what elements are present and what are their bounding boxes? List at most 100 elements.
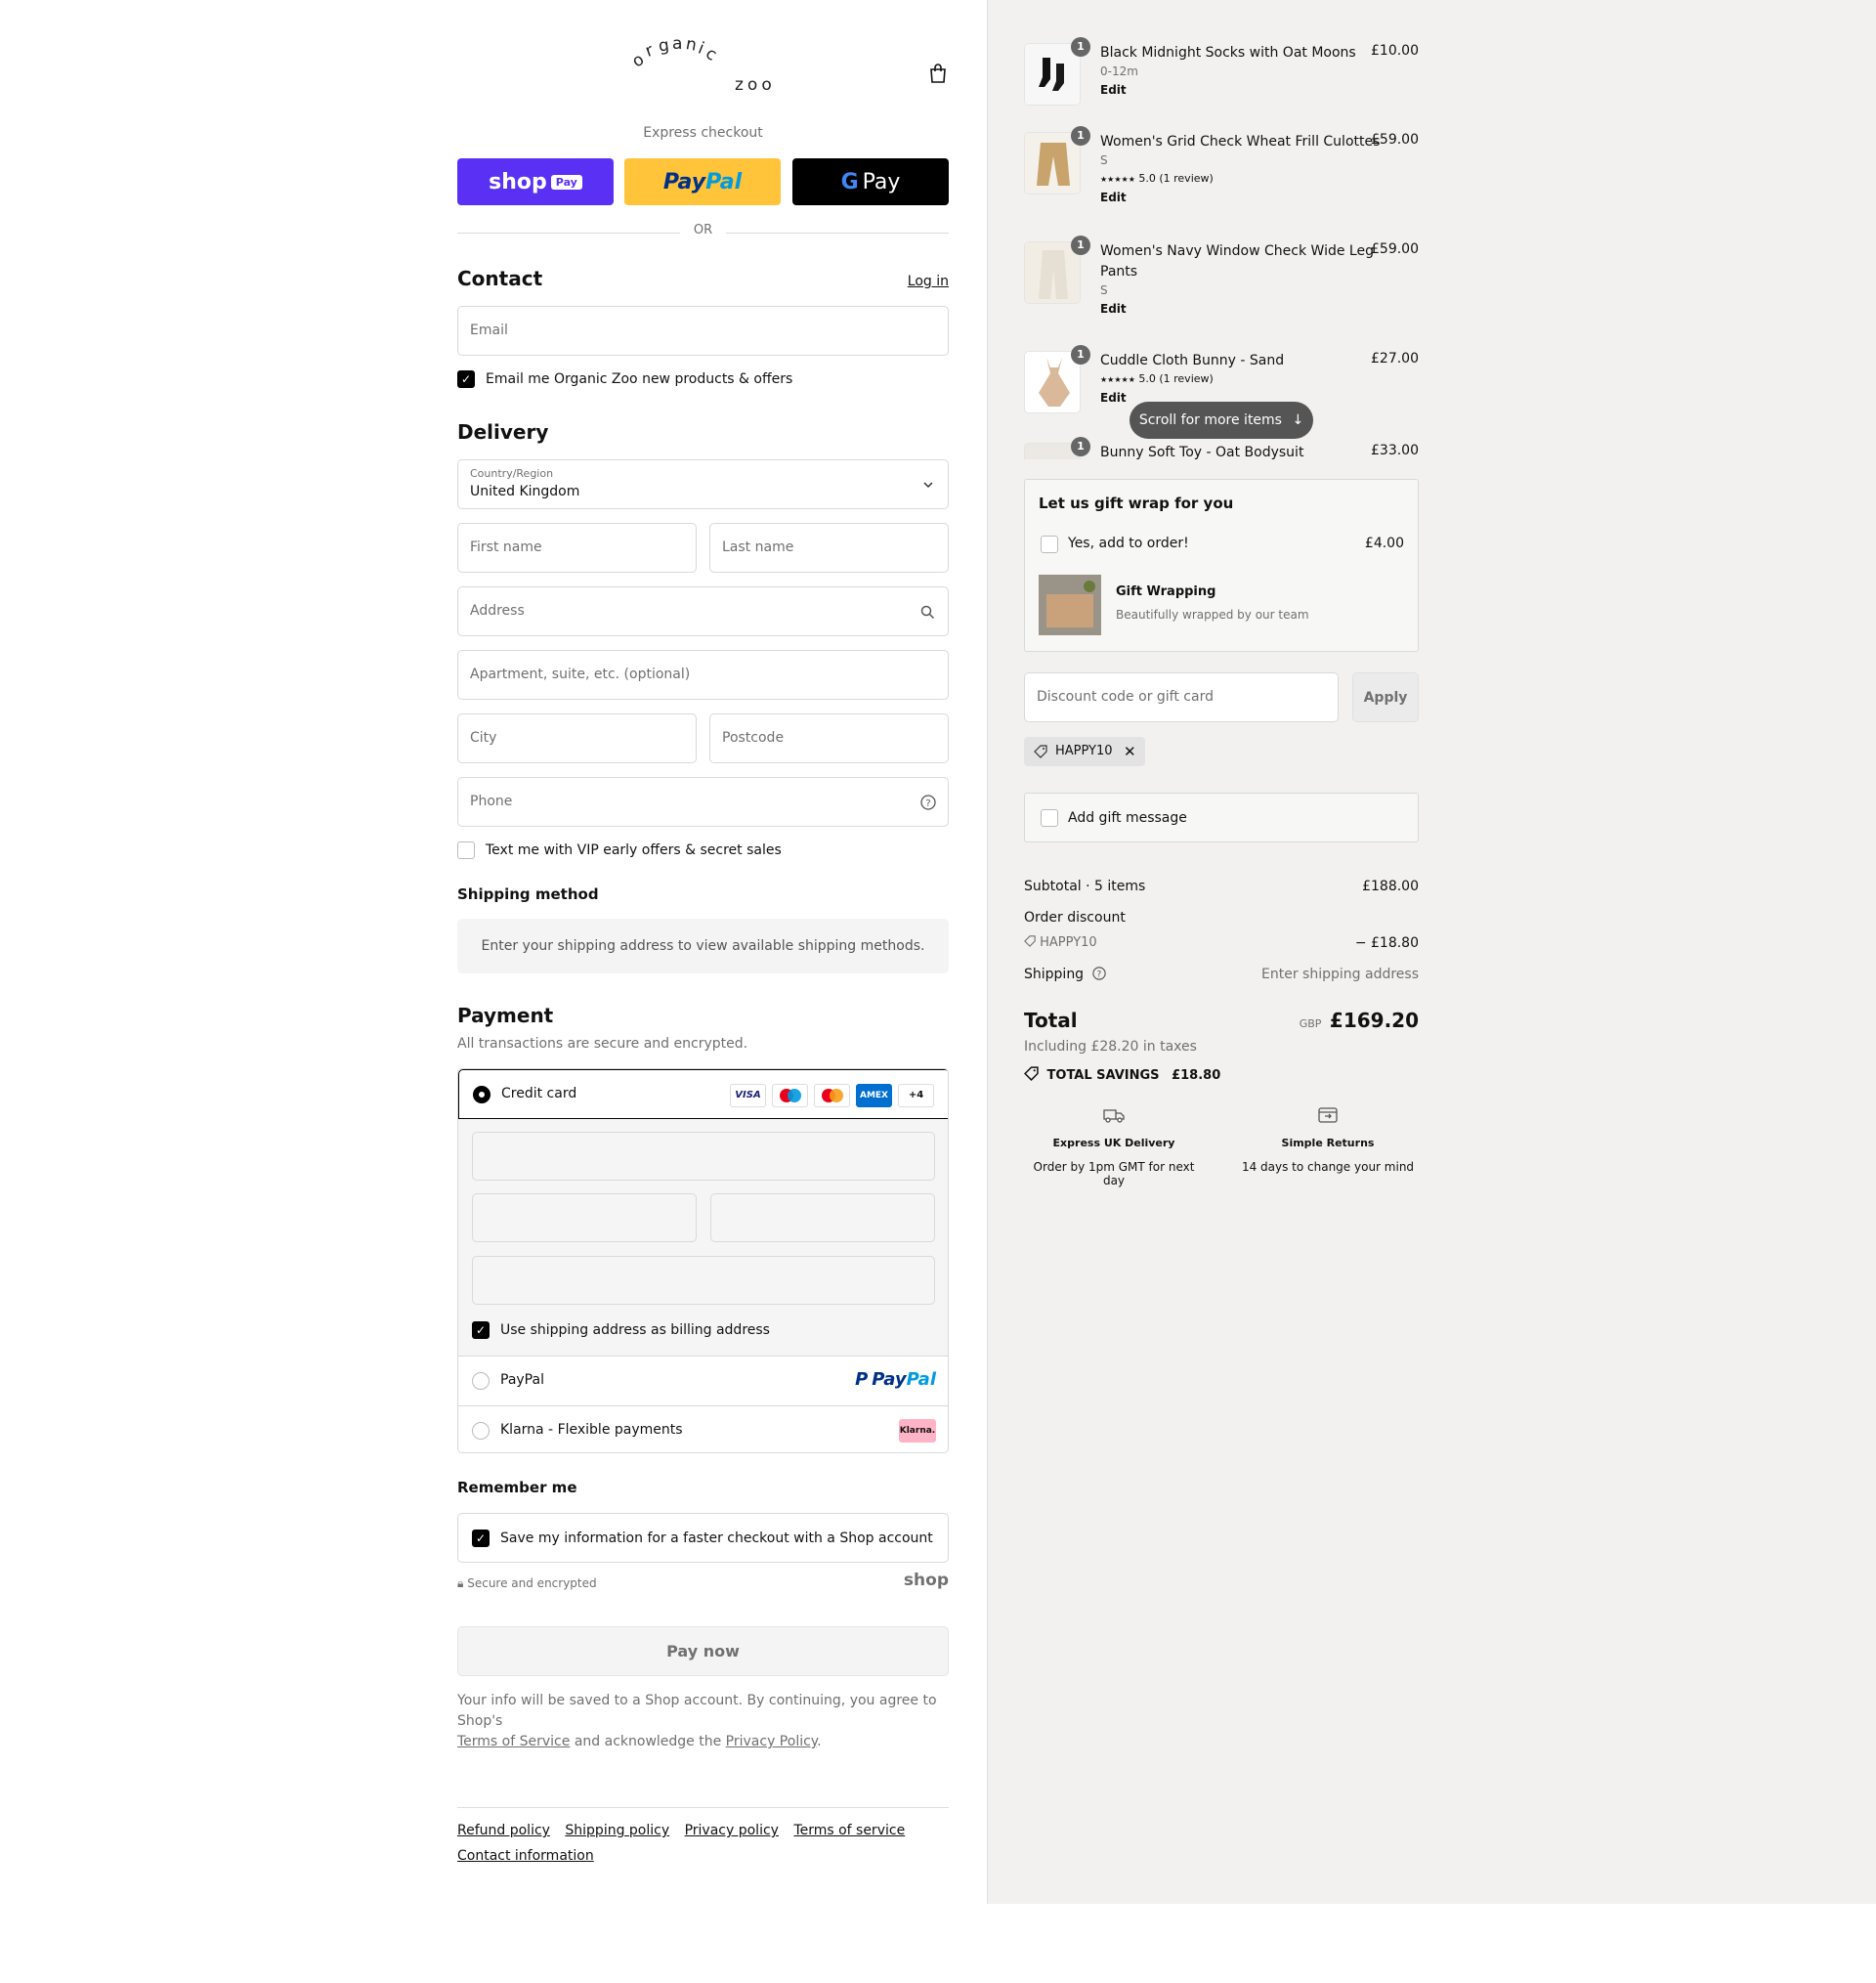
paypal-logo-icon: P PayPal [855,1369,936,1390]
logo-letter: r [642,40,658,62]
card-number-field[interactable] [472,1132,935,1181]
paypal-logo-a: Pay [872,1369,907,1390]
paypal-button[interactable]: Pay Pal [624,158,781,205]
item-name-line1: Women's Navy Window Check Wide Leg [1100,243,1374,259]
discount-placeholder: Discount code or gift card [1037,689,1214,705]
help-circle-icon[interactable]: ? [920,795,936,810]
quantity-badge: 1 [1071,345,1090,365]
legal-text-b: and acknowledge the [574,1734,722,1749]
klarna-option[interactable]: Klarna - Flexible payments Klarna. [458,1405,948,1452]
gift-message-checkbox[interactable] [1041,809,1058,827]
postcode-field[interactable]: Postcode [709,713,949,763]
credit-card-radio[interactable] [473,1086,490,1103]
feature-delivery: Express UK Delivery Order by 1pm GMT for… [1024,1104,1204,1187]
remove-discount-close-icon[interactable]: ✕ [1124,737,1136,766]
shipping-method-message: Enter your shipping address to view avai… [457,919,949,973]
privacy-link[interactable]: Privacy Policy [726,1734,817,1749]
city-field[interactable]: City [457,713,697,763]
pay-now-button[interactable]: Pay now [457,1626,949,1676]
privacy-policy-link[interactable]: Privacy policy [685,1823,779,1838]
express-checkout-label: Express checkout [643,125,763,141]
feature-title: Simple Returns [1281,1137,1375,1149]
delivery-heading: Delivery [457,420,549,444]
address-field[interactable]: Address [457,586,949,636]
edit-item-link[interactable]: Edit [1100,83,1127,97]
credit-card-option[interactable]: Credit card VISA AMEX +4 [458,1069,948,1119]
chevron-down-icon [923,482,933,489]
item-name: Cuddle Cloth Bunny - Sand [1100,353,1285,368]
apartment-field[interactable]: Apartment, suite, etc. (optional) [457,650,949,700]
legal-text-a: Your info will be saved to a Shop accoun… [457,1693,937,1729]
edit-item-link[interactable]: Edit [1100,302,1127,316]
newsletter-checkbox[interactable]: ✓ [457,370,475,388]
or-divider: OR [457,223,949,242]
klarna-logo-icon: Klarna. [899,1419,936,1443]
discount-code-field[interactable]: Discount code or gift card [1024,672,1339,722]
item-name-line2: Pants [1100,264,1138,280]
klarna-radio[interactable] [472,1422,490,1440]
refund-policy-link[interactable]: Refund policy [457,1823,550,1838]
savings-row: TOTAL SAVINGS £18.80 [1024,1066,1419,1083]
terms-of-service-link[interactable]: Terms of service [793,1823,905,1838]
gift-wrap-heading: Let us gift wrap for you [1039,495,1234,512]
shipping-policy-link[interactable]: Shipping policy [565,1823,669,1838]
card-expiry-field[interactable] [472,1193,697,1242]
total-amount: GBP £169.20 [1300,1009,1419,1032]
rating-stars-icon: ★★★★★ [1100,175,1135,184]
first-name-field[interactable]: First name [457,523,697,573]
last-name-field[interactable]: Last name [709,523,949,573]
tag-icon [1034,737,1047,770]
svg-text:?: ? [925,798,930,809]
billing-address-checkbox[interactable]: ✓ [472,1321,490,1339]
item-variant: S [1100,283,1108,297]
edit-item-link[interactable]: Edit [1100,391,1127,405]
cart-items-list[interactable]: 1 Black Midnight Socks with Oat Moons 0-… [1024,29,1419,459]
phone-field[interactable]: Phone ? [457,777,949,827]
newsletter-label: Email me Organic Zoo new products & offe… [486,371,793,387]
visa-icon: VISA [730,1084,766,1107]
sms-checkbox[interactable] [457,841,475,859]
paypal-option[interactable]: PayPal P PayPal [458,1356,948,1405]
gift-wrap-price: £4.00 [1364,536,1404,551]
contact-information-link[interactable]: Contact information [457,1848,594,1864]
help-circle-icon[interactable]: ? [1091,967,1106,980]
apply-discount-button[interactable]: Apply [1352,672,1419,722]
google-pay-button[interactable]: G Pay [792,158,949,205]
feature-desc: Order by 1pm GMT for next day [1033,1160,1195,1187]
scroll-more-button[interactable]: Scroll for more items ↓ [1130,402,1313,439]
save-info-checkbox[interactable]: ✓ [472,1530,490,1547]
card-name-field[interactable] [472,1256,935,1305]
gift-wrap-image [1039,575,1101,635]
discount-code-row: HAPPY10 − £18.80 [1024,935,1419,951]
amex-icon: AMEX [856,1084,892,1107]
google-pay-text: Pay [862,169,901,194]
subtotal-row: Subtotal · 5 items £188.00 [1024,879,1419,894]
quantity-badge: 1 [1071,37,1090,57]
cart-bag-icon[interactable] [928,63,948,84]
taxes-text: Including £28.20 in taxes [1024,1039,1197,1055]
log-in-link[interactable]: Log in [908,274,949,289]
card-cvv-field[interactable] [710,1193,935,1242]
email-field[interactable]: Email [457,306,949,356]
subtotal-label: Subtotal · 5 items [1024,879,1146,894]
paypal-radio[interactable] [472,1372,490,1390]
gift-wrap-checkbox[interactable] [1041,536,1058,553]
logo-letter: a [672,34,684,54]
billing-address-label: Use shipping address as billing address [500,1322,770,1338]
remember-me-heading: Remember me [457,1479,577,1496]
item-price: £33.00 [1371,443,1419,458]
klarna-label: Klarna - Flexible payments [500,1422,683,1438]
brand-logo[interactable]: o r g a n i c zoo [629,34,789,106]
paypal-label: PayPal [500,1372,544,1388]
paypal-logo-b: Pal [906,1369,936,1390]
remember-me-box: ✓ Save my information for a faster check… [457,1513,949,1563]
edit-item-link[interactable]: Edit [1100,191,1127,204]
shop-pay-button[interactable]: shop Pay [457,158,614,205]
country-select[interactable]: Country/Region United Kingdom [457,459,949,509]
returns-box-icon [1318,1107,1338,1123]
terms-link[interactable]: Terms of Service [457,1734,570,1749]
currency-code: GBP [1299,1017,1322,1030]
or-text: OR [693,223,713,237]
gift-wrap-box: Let us gift wrap for you Yes, add to ord… [1024,479,1419,652]
tag-icon [1024,935,1036,947]
